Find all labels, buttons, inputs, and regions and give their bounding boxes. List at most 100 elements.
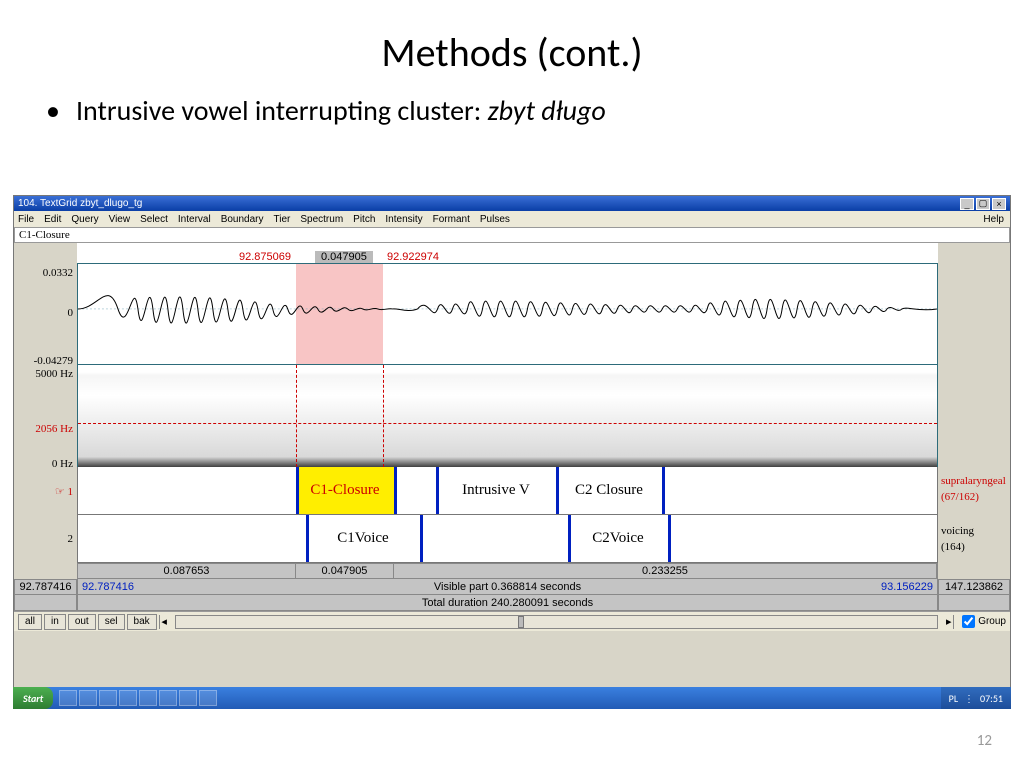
menu-help[interactable]: Help — [983, 214, 1004, 225]
visible-right-time: 93.156229 — [881, 581, 933, 593]
visible-left-time: 92.787416 — [82, 581, 134, 593]
total-bar[interactable]: Total duration 240.280091 seconds — [77, 595, 938, 611]
window-titlebar[interactable]: 104. TextGrid zbyt_dlugo_tg _ ▢ × — [14, 196, 1010, 211]
menu-select[interactable]: Select — [140, 214, 168, 225]
lang-indicator[interactable]: PL — [949, 692, 958, 705]
interval-1-0[interactable] — [78, 467, 296, 514]
start-button[interactable]: Start — [13, 687, 53, 709]
menu-query[interactable]: Query — [71, 214, 98, 225]
ql-icon-4[interactable] — [119, 690, 137, 706]
interval-c1-closure[interactable]: C1-Closure — [296, 467, 394, 514]
ql-icon-2[interactable] — [79, 690, 97, 706]
ql-icon-1[interactable] — [59, 690, 77, 706]
window-start-time: 92.787416 — [14, 579, 77, 595]
scroll-right-icon[interactable]: ▸ — [944, 615, 954, 629]
tier2-count: (164) — [941, 541, 965, 553]
total-row: Total duration 240.280091 seconds — [14, 595, 1010, 611]
ql-icon-8[interactable] — [199, 690, 217, 706]
ql-icon-5[interactable] — [139, 690, 157, 706]
boundary-1e[interactable] — [662, 467, 665, 514]
tier-2[interactable]: C1Voice C2Voice — [77, 515, 938, 563]
bak-button[interactable]: bak — [127, 614, 157, 630]
boundary-2b[interactable] — [420, 515, 423, 562]
interval-1-end[interactable] — [662, 467, 937, 514]
interval-c1voice[interactable]: C1Voice — [306, 515, 420, 562]
menu-interval[interactable]: Interval — [178, 214, 211, 225]
scrollbar-thumb[interactable] — [518, 616, 524, 628]
center-pane[interactable]: 92.875069 0.047905 92.922974 — [77, 243, 938, 579]
minimize-button[interactable]: _ — [960, 198, 974, 210]
waveform[interactable] — [77, 263, 938, 365]
slide-number: 12 — [977, 732, 992, 750]
visible-bar[interactable]: 92.787416 Visible part 0.368814 seconds … — [77, 579, 938, 595]
bottom-controls: all in out sel bak ◂ ▸ Group — [14, 611, 1010, 631]
menu-boundary[interactable]: Boundary — [221, 214, 264, 225]
tier1-id: ☞ 1 — [55, 485, 73, 498]
menu-file[interactable]: File — [18, 214, 34, 225]
group-checkbox[interactable]: Group — [962, 615, 1006, 628]
ql-icon-3[interactable] — [99, 690, 117, 706]
interval-c2voice[interactable]: C2Voice — [568, 515, 668, 562]
system-tray[interactable]: PL ⋮ 07:51 — [941, 687, 1011, 709]
praat-window: 104. TextGrid zbyt_dlugo_tg _ ▢ × File E… — [13, 195, 1011, 705]
boundary-1b[interactable] — [394, 467, 397, 514]
tier-1[interactable]: C1-Closure Intrusive V C2 Closure — [77, 467, 938, 515]
selected-interval-label: C1-Closure — [14, 227, 1010, 243]
boundary-1d[interactable] — [556, 467, 559, 514]
tier1-count: (67/162) — [941, 491, 979, 503]
clock[interactable]: 07:51 — [980, 692, 1003, 705]
dur-right[interactable]: 0.233255 — [394, 564, 937, 578]
windows-taskbar[interactable]: Start PL ⋮ 07:51 — [13, 687, 1011, 709]
quicklaunch — [59, 690, 217, 706]
interval-2-0[interactable] — [78, 515, 306, 562]
menu-pitch[interactable]: Pitch — [353, 214, 375, 225]
sel-button[interactable]: sel — [98, 614, 125, 630]
group-label: Group — [978, 616, 1006, 627]
top-times: 92.875069 0.047905 92.922974 — [77, 243, 938, 263]
menu-intensity[interactable]: Intensity — [385, 214, 422, 225]
menu-view[interactable]: View — [109, 214, 131, 225]
maximize-button[interactable]: ▢ — [976, 198, 990, 210]
visible-row: 92.787416 92.787416 Visible part 0.36881… — [14, 579, 1010, 595]
boundary-1a[interactable] — [296, 467, 299, 514]
boundary-2c[interactable] — [568, 515, 571, 562]
sel-start-time: 92.875069 — [239, 251, 291, 263]
total-right-pad — [938, 595, 1010, 611]
tier1-name: supralaryngeal — [941, 475, 1006, 487]
visible-text: Visible part 0.368814 seconds — [78, 581, 937, 593]
menu-spectrum[interactable]: Spectrum — [300, 214, 343, 225]
ql-icon-6[interactable] — [159, 690, 177, 706]
boundary-2d[interactable] — [668, 515, 671, 562]
wave-ymax: 0.0332 — [43, 267, 73, 279]
out-button[interactable]: out — [68, 614, 96, 630]
group-checkbox-input[interactable] — [962, 615, 975, 628]
menu-tier[interactable]: Tier — [274, 214, 291, 225]
boundary-2a[interactable] — [306, 515, 309, 562]
menu-edit[interactable]: Edit — [44, 214, 61, 225]
wave-ymin: -0.04279 — [34, 355, 73, 367]
interval-2-end[interactable] — [668, 515, 937, 562]
menu-formant[interactable]: Formant — [433, 214, 470, 225]
scroll-left-icon[interactable]: ◂ — [159, 615, 169, 629]
horizontal-scrollbar[interactable] — [175, 615, 939, 629]
tray-icon[interactable]: ⋮ — [964, 692, 974, 705]
in-button[interactable]: in — [44, 614, 66, 630]
ql-icon-7[interactable] — [179, 690, 197, 706]
duration-bar[interactable]: 0.087653 0.047905 0.233255 — [77, 563, 938, 579]
dur-left[interactable]: 0.087653 — [78, 564, 296, 578]
spectrogram[interactable] — [77, 365, 938, 467]
left-axis: 0.0332 0 -0.04279 5000 Hz 2056 Hz 0 Hz ☞… — [14, 243, 77, 579]
sel-left-line — [296, 365, 297, 467]
interval-1-gap[interactable] — [394, 467, 436, 514]
tier2-name: voicing — [941, 525, 974, 537]
interval-c2-closure[interactable]: C2 Closure — [556, 467, 662, 514]
interval-intrusive-v[interactable]: Intrusive V — [436, 467, 556, 514]
interval-2-gap[interactable] — [420, 515, 568, 562]
boundary-1c[interactable] — [436, 467, 439, 514]
slide-title: Methods (cont.) — [0, 0, 1024, 77]
all-button[interactable]: all — [18, 614, 42, 630]
dur-mid[interactable]: 0.047905 — [296, 564, 394, 578]
close-button[interactable]: × — [992, 198, 1006, 210]
spec-ymin: 0 Hz — [52, 458, 73, 470]
menu-pulses[interactable]: Pulses — [480, 214, 510, 225]
